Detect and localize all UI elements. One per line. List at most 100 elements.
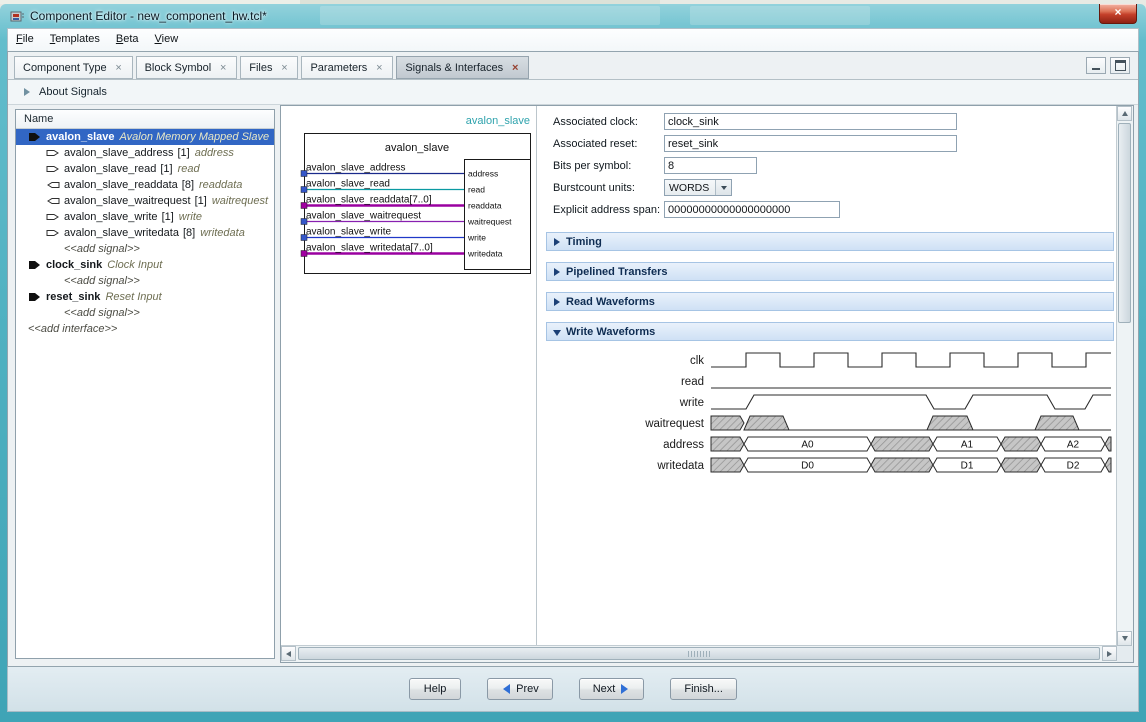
wizard-footer: Help Prev Next Finish... bbox=[7, 667, 1139, 712]
vertical-scrollbar-thumb[interactable] bbox=[1118, 123, 1131, 323]
prev-button[interactable]: Prev bbox=[487, 678, 553, 700]
tree-item-label: clock_sink bbox=[46, 259, 102, 271]
float-window-icon[interactable] bbox=[1110, 57, 1130, 74]
svg-text:waitrequest: waitrequest bbox=[644, 418, 705, 430]
tree-item-add-signal[interactable]: <<add signal>> bbox=[16, 273, 274, 289]
burstcount-units-select[interactable]: WORDS bbox=[664, 179, 732, 196]
menu-file[interactable]: File bbox=[8, 29, 42, 45]
close-button[interactable]: × bbox=[1099, 4, 1137, 24]
interface-properties-panel: Associated clock: Associated reset: Bits p… bbox=[538, 106, 1117, 646]
chevron-right-icon bbox=[554, 268, 560, 276]
tree-item-type: read bbox=[178, 163, 200, 175]
scroll-up-icon[interactable] bbox=[1117, 106, 1132, 121]
form-row-associated-clock: Associated clock: bbox=[538, 112, 1117, 134]
scroll-down-icon[interactable] bbox=[1117, 631, 1132, 646]
tree-item-width: [1] bbox=[160, 163, 172, 175]
finish-button[interactable]: Finish... bbox=[670, 678, 737, 700]
svg-text:A2: A2 bbox=[1067, 440, 1080, 451]
minimize-icon[interactable] bbox=[1086, 57, 1106, 74]
horizontal-scrollbar-thumb[interactable] bbox=[298, 647, 1100, 660]
port-in-icon bbox=[46, 147, 64, 159]
button-label: Finish... bbox=[684, 683, 723, 695]
tree-item-type: Reset Input bbox=[105, 291, 161, 303]
tree-item-reset-sink[interactable]: reset_sinkReset Input bbox=[16, 289, 274, 305]
tab-signals-interfaces[interactable]: Signals & Interfaces × bbox=[396, 56, 529, 79]
bits-per-symbol-input[interactable] bbox=[664, 157, 757, 174]
section-read-waveforms[interactable]: Read Waveforms bbox=[546, 292, 1114, 311]
collapsible-sections: Timing Pipelined Transfers Read Waveforms W… bbox=[538, 232, 1117, 352]
tree-item-label: avalon_slave_read bbox=[64, 163, 156, 175]
button-label: Next bbox=[593, 683, 616, 695]
tree-item-add-signal[interactable]: <<add signal>> bbox=[16, 305, 274, 321]
menu-view[interactable]: View bbox=[147, 29, 187, 45]
tree-item-type: write bbox=[179, 211, 202, 223]
block-diagram[interactable]: avalon_slaveavalon_slaveavalon_slave_add… bbox=[281, 106, 535, 644]
tab-label: Files bbox=[249, 62, 272, 74]
tab-label: Signals & Interfaces bbox=[405, 62, 503, 74]
tab-close-icon[interactable]: × bbox=[510, 63, 520, 73]
svg-text:writedata: writedata bbox=[467, 249, 503, 259]
tab-close-icon[interactable]: × bbox=[218, 63, 228, 73]
tree-item-avalon-slave-readdata[interactable]: avalon_slave_readdata[8]readdata bbox=[16, 177, 274, 193]
tree-item-avalon-slave-address[interactable]: avalon_slave_address[1]address bbox=[16, 145, 274, 161]
scroll-left-icon[interactable] bbox=[281, 646, 296, 661]
section-pipelined-transfers[interactable]: Pipelined Transfers bbox=[546, 262, 1114, 281]
properties-form: Associated clock: Associated reset: Bits p… bbox=[538, 112, 1117, 222]
tree-item-type: Clock Input bbox=[107, 259, 162, 271]
svg-text:readdata: readdata bbox=[468, 201, 502, 211]
tree-item-type: address bbox=[195, 147, 234, 159]
chevron-down-icon bbox=[553, 330, 561, 336]
tab-component-type[interactable]: Component Type× bbox=[14, 56, 133, 79]
port-out-icon bbox=[46, 195, 64, 207]
chevron-down-icon[interactable] bbox=[715, 180, 731, 195]
tab-close-icon[interactable]: × bbox=[279, 63, 289, 73]
tab-block-symbol[interactable]: Block Symbol× bbox=[136, 56, 238, 79]
menu-beta[interactable]: Beta bbox=[108, 29, 147, 45]
menu-templates[interactable]: Templates bbox=[42, 29, 108, 45]
tree-item-type: readdata bbox=[199, 179, 242, 191]
svg-text:read: read bbox=[681, 376, 704, 388]
svg-text:waitrequest: waitrequest bbox=[467, 217, 512, 227]
form-row-bits-per-symbol: Bits per symbol: bbox=[538, 156, 1117, 178]
tree-item-label: <<add interface>> bbox=[28, 323, 117, 335]
tree-item-add-interface[interactable]: <<add interface>> bbox=[16, 321, 274, 337]
tab-close-icon[interactable]: × bbox=[374, 63, 384, 73]
svg-text:avalon_slave_address: avalon_slave_address bbox=[306, 163, 406, 174]
tree-item-avalon-slave-write[interactable]: avalon_slave_write[1]write bbox=[16, 209, 274, 225]
horizontal-scrollbar[interactable] bbox=[281, 645, 1117, 662]
title-bar[interactable]: Component Editor - new_component_hw.tcl*… bbox=[0, 4, 1146, 28]
tree-item-label: avalon_slave_address bbox=[64, 147, 173, 159]
tab-close-icon[interactable]: × bbox=[114, 63, 124, 73]
tree-item-label: avalon_slave_readdata bbox=[64, 179, 178, 191]
panel-divider[interactable] bbox=[536, 106, 537, 646]
help-button[interactable]: Help bbox=[409, 678, 461, 700]
tree-item-clock-sink[interactable]: clock_sink Clock Input bbox=[16, 257, 274, 273]
arrow-right-icon bbox=[621, 684, 633, 694]
associated-reset-input[interactable] bbox=[664, 135, 957, 152]
arrow-left-icon bbox=[498, 684, 510, 694]
tree-item-avalon-slave-writedata[interactable]: avalon_slave_writedata[8]writedata bbox=[16, 225, 274, 241]
tree-item-avalon-slave[interactable]: avalon_slaveAvalon Memory Mapped Slave bbox=[16, 129, 274, 145]
vertical-scrollbar[interactable] bbox=[1116, 106, 1133, 646]
section-write-waveforms[interactable]: Write Waveforms bbox=[546, 322, 1114, 341]
associated-clock-input[interactable] bbox=[664, 113, 957, 130]
tree-item-add-signal[interactable]: <<add signal>> bbox=[16, 241, 274, 257]
tab-label: Parameters bbox=[310, 62, 367, 74]
tab-parameters[interactable]: Parameters × bbox=[301, 56, 393, 79]
section-label: Read Waveforms bbox=[566, 296, 655, 308]
tree-item-avalon-slave-read[interactable]: avalon_slave_read [1] read bbox=[16, 161, 274, 177]
svg-text:D0: D0 bbox=[801, 461, 814, 472]
scroll-right-icon[interactable] bbox=[1102, 646, 1117, 661]
field-label: Associated reset: bbox=[553, 138, 637, 150]
button-label: Prev bbox=[516, 683, 539, 695]
svg-text:write: write bbox=[467, 233, 486, 243]
explicit-address-span-input[interactable] bbox=[664, 201, 840, 218]
tree-header-name: Name bbox=[16, 110, 274, 129]
tab-files[interactable]: Files × bbox=[240, 56, 298, 79]
port-out-icon bbox=[46, 179, 64, 191]
about-signals-bar[interactable]: About Signals bbox=[8, 80, 1138, 105]
svg-text:write: write bbox=[679, 397, 704, 409]
next-button[interactable]: Next bbox=[579, 678, 645, 700]
section-timing[interactable]: Timing bbox=[546, 232, 1114, 251]
tree-item-avalon-slave-waitrequest[interactable]: avalon_slave_waitrequest[1]waitrequest bbox=[16, 193, 274, 209]
